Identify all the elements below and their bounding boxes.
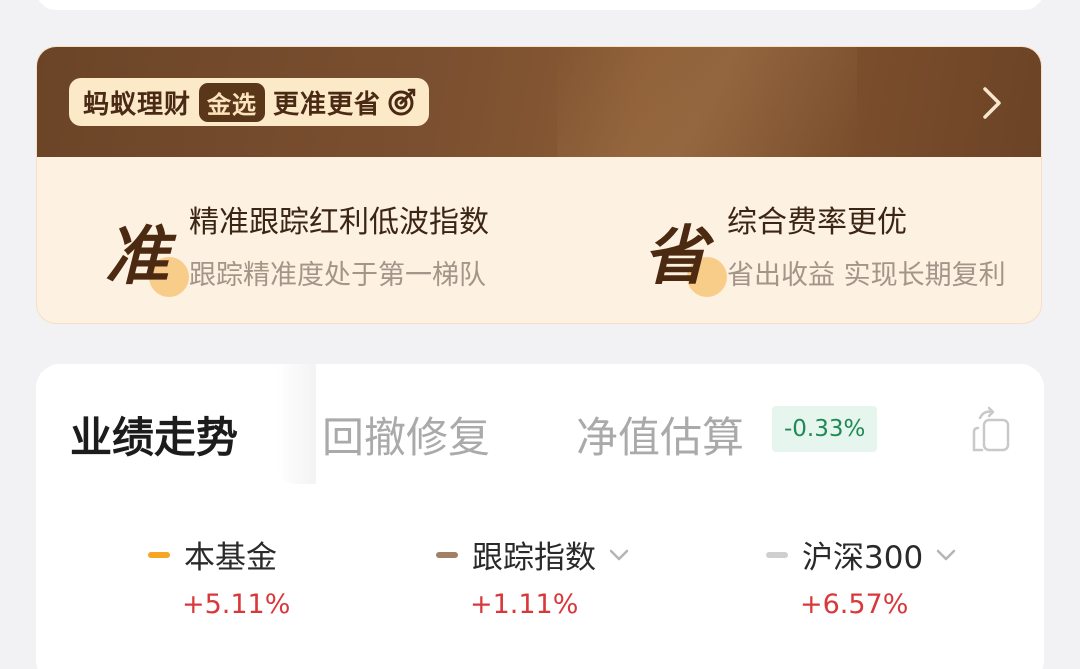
chevron-down-icon[interactable] — [608, 548, 630, 562]
feature-subtitle: 跟踪精准度处于第一梯队 — [189, 260, 486, 291]
target-icon — [388, 88, 416, 116]
legend-label: 沪深300 — [802, 540, 924, 576]
nav-change-badge: -0.33% — [772, 406, 878, 452]
legend-value: +5.11% — [182, 589, 291, 620]
legend-value: +1.11% — [470, 589, 579, 620]
feature-accurate: 准 精准跟踪红利低波指数 跟踪精准度处于第一梯队 — [105, 197, 585, 317]
legend-tracking-index[interactable]: 跟踪指数 +1.11% — [436, 532, 630, 620]
rotate-screen-icon[interactable] — [968, 406, 1014, 454]
feature-title: 综合费率更优 — [727, 205, 907, 240]
chevron-down-icon[interactable] — [935, 548, 957, 562]
feature-char: 准 — [105, 220, 169, 294]
legend-swatch — [766, 551, 788, 558]
feature-subtitle: 省出收益 实现长期复利 — [727, 260, 1006, 291]
legend-label: 本基金 — [184, 540, 277, 576]
tab-performance-trend[interactable]: 业绩走势 — [70, 404, 238, 465]
legend-label: 跟踪指数 — [472, 540, 596, 576]
brand-pill: 蚂蚁理财 金选 更准更省 — [69, 78, 430, 126]
brand-name: 蚂蚁理财 — [83, 89, 192, 120]
performance-card: 业绩走势 回撤修复 净值估算 -0.33% 本基金 +5.11% 跟踪指数 +1… — [36, 364, 1044, 669]
brand-tag: 金选 — [199, 82, 266, 122]
legend-fund[interactable]: 本基金 +5.11% — [148, 532, 290, 620]
feature-char: 省 — [643, 220, 707, 294]
banner-header: 蚂蚁理财 金选 更准更省 — [37, 47, 1041, 157]
brand-slogan: 更准更省 — [273, 89, 382, 120]
previous-card-bottom — [36, 0, 1044, 10]
tab-nav-estimate[interactable]: 净值估算 — [576, 404, 744, 465]
legend-swatch — [148, 551, 170, 558]
feature-title: 精准跟踪红利低波指数 — [189, 205, 489, 240]
tab-drawdown-recovery[interactable]: 回撤修复 — [322, 404, 490, 465]
legend-csi300[interactable]: 沪深300 +6.57% — [766, 532, 957, 620]
legend-value: +6.57% — [800, 589, 909, 620]
legend-swatch — [436, 551, 458, 558]
feature-save: 省 综合费率更优 省出收益 实现长期复利 — [643, 197, 1041, 317]
ant-fortune-promo-banner[interactable]: 蚂蚁理财 金选 更准更省 准 精准跟踪红利低波指数 跟踪精准度处于第一梯队 省 … — [36, 46, 1042, 324]
chevron-right-icon[interactable] — [977, 83, 1007, 123]
